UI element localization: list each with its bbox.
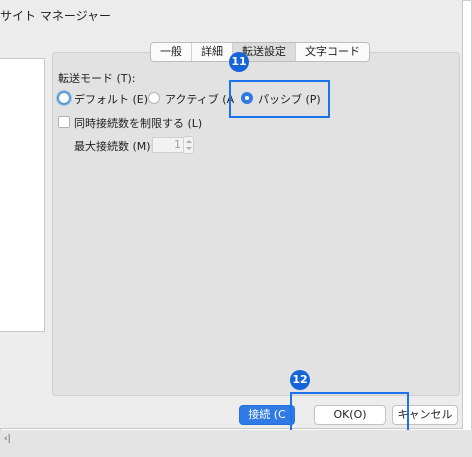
window-title: サイト マネージャー xyxy=(0,9,111,23)
tab-charset[interactable]: 文字コード xyxy=(296,43,369,61)
step-11-highlight xyxy=(229,80,330,118)
site-list[interactable] xyxy=(0,58,45,332)
radio-active[interactable] xyxy=(148,92,160,104)
tab-advanced[interactable]: 詳細 xyxy=(192,43,233,61)
stepper-down-icon[interactable] xyxy=(186,147,192,150)
limit-connections-checkbox[interactable] xyxy=(58,116,70,128)
max-connections-label: 最大接続数 (M): xyxy=(74,140,155,153)
max-connections-input[interactable]: 1 xyxy=(152,137,185,153)
tab-general[interactable]: 一般 xyxy=(151,43,192,61)
radio-default-label[interactable]: デフォルト (E) xyxy=(74,91,148,107)
connect-button[interactable]: 接続 (C xyxy=(239,405,295,425)
tab-bar: 一般 詳細 転送設定 文字コード xyxy=(150,42,370,62)
background-mark: ‹| xyxy=(4,434,11,444)
radio-default[interactable] xyxy=(57,91,71,105)
stepper-up-icon[interactable] xyxy=(186,140,192,143)
max-connections-stepper[interactable] xyxy=(183,136,194,154)
background-strip: ‹| xyxy=(0,430,472,457)
radio-active-label[interactable]: アクティブ (A xyxy=(165,91,234,107)
title-bar: サイト マネージャー xyxy=(0,0,462,30)
limit-connections-label[interactable]: 同時接続数を制限する (L) xyxy=(74,115,202,131)
transfer-mode-label: 転送モード (T): xyxy=(58,72,136,85)
step-11-badge: 11 xyxy=(229,52,249,72)
step-12-badge: 12 xyxy=(290,370,310,390)
